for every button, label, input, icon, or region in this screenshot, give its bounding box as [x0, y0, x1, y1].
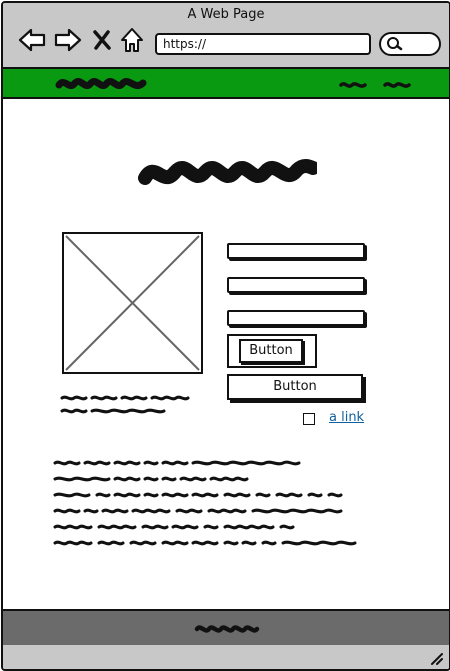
close-x-icon [93, 30, 111, 50]
page-footer [3, 609, 449, 647]
back-arrow-icon [18, 28, 46, 52]
caption-text-scribble [60, 395, 190, 414]
back-button[interactable] [17, 25, 47, 55]
body-text-scribble [53, 460, 357, 546]
image-placeholder-icon [65, 235, 200, 371]
search-box[interactable] [379, 32, 441, 56]
search-icon [387, 37, 403, 51]
site-menubar [3, 69, 449, 99]
primary-button[interactable]: Button [239, 339, 303, 363]
text-input-3[interactable] [227, 310, 365, 326]
home-button[interactable] [117, 25, 147, 55]
page-heading-scribble [138, 159, 317, 185]
home-icon [121, 28, 143, 52]
menu-item-scribble[interactable] [383, 80, 411, 90]
checkbox[interactable] [303, 413, 315, 425]
browser-chrome: A Web Page https:// [3, 3, 449, 69]
text-input-2[interactable] [227, 277, 365, 293]
site-logo-scribble[interactable] [55, 75, 147, 93]
menu-item-scribble[interactable] [339, 80, 367, 90]
stop-button[interactable] [87, 25, 117, 55]
status-bar [3, 645, 449, 669]
image-placeholder [62, 232, 203, 374]
address-bar[interactable]: https:// [155, 33, 371, 55]
window-title: A Web Page [187, 7, 265, 22]
forward-arrow-icon [54, 28, 82, 52]
text-link[interactable]: a link [329, 410, 364, 425]
footer-text-scribble[interactable] [193, 621, 261, 637]
text-input-1[interactable] [227, 243, 365, 259]
browser-window: A Web Page https:// Button Button a link [1, 1, 450, 671]
wide-button[interactable]: Button [227, 374, 363, 400]
forward-button[interactable] [53, 25, 83, 55]
resize-grip-icon[interactable] [429, 651, 443, 665]
